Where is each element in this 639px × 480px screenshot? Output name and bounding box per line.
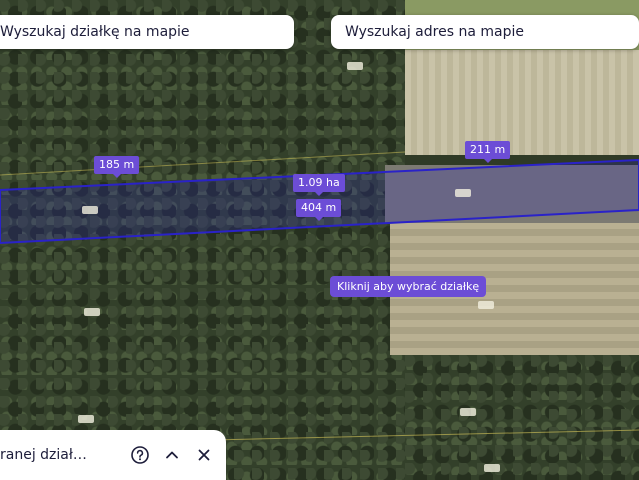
road-number-badge xyxy=(460,408,476,416)
road-number-badge xyxy=(347,62,363,70)
selected-parcel-panel[interactable]: ranej dział… xyxy=(0,430,226,480)
click-hint-tooltip: Kliknij aby wybrać działkę xyxy=(330,276,487,297)
chevron-up-icon[interactable] xyxy=(160,443,184,467)
parcel-area-label: 1.09 ha xyxy=(293,174,345,196)
address-search-input[interactable]: Wyszukaj adres na mapie xyxy=(331,15,639,49)
road-number-badge xyxy=(478,301,494,309)
road-number-badge xyxy=(82,206,98,214)
segment-length-label: 211 m xyxy=(465,141,511,163)
segment-length-label: 185 m xyxy=(94,156,140,178)
road-number-badge xyxy=(484,464,500,472)
close-icon[interactable] xyxy=(192,443,216,467)
help-circle-icon[interactable] xyxy=(128,443,152,467)
parcel-overlay xyxy=(0,151,639,446)
road-number-badge xyxy=(84,308,100,316)
segment-length-label: 404 m xyxy=(296,199,342,221)
road-number-badge xyxy=(455,189,471,197)
road-number-badge xyxy=(78,415,94,423)
satellite-map[interactable]: 185 m 211 m 1.09 ha 404 m Kliknij aby wy… xyxy=(0,0,639,480)
road-line-top xyxy=(0,151,406,176)
panel-title: ranej dział… xyxy=(0,447,87,463)
parcel-search-input[interactable]: Wyszukaj działkę na mapie xyxy=(0,15,294,49)
